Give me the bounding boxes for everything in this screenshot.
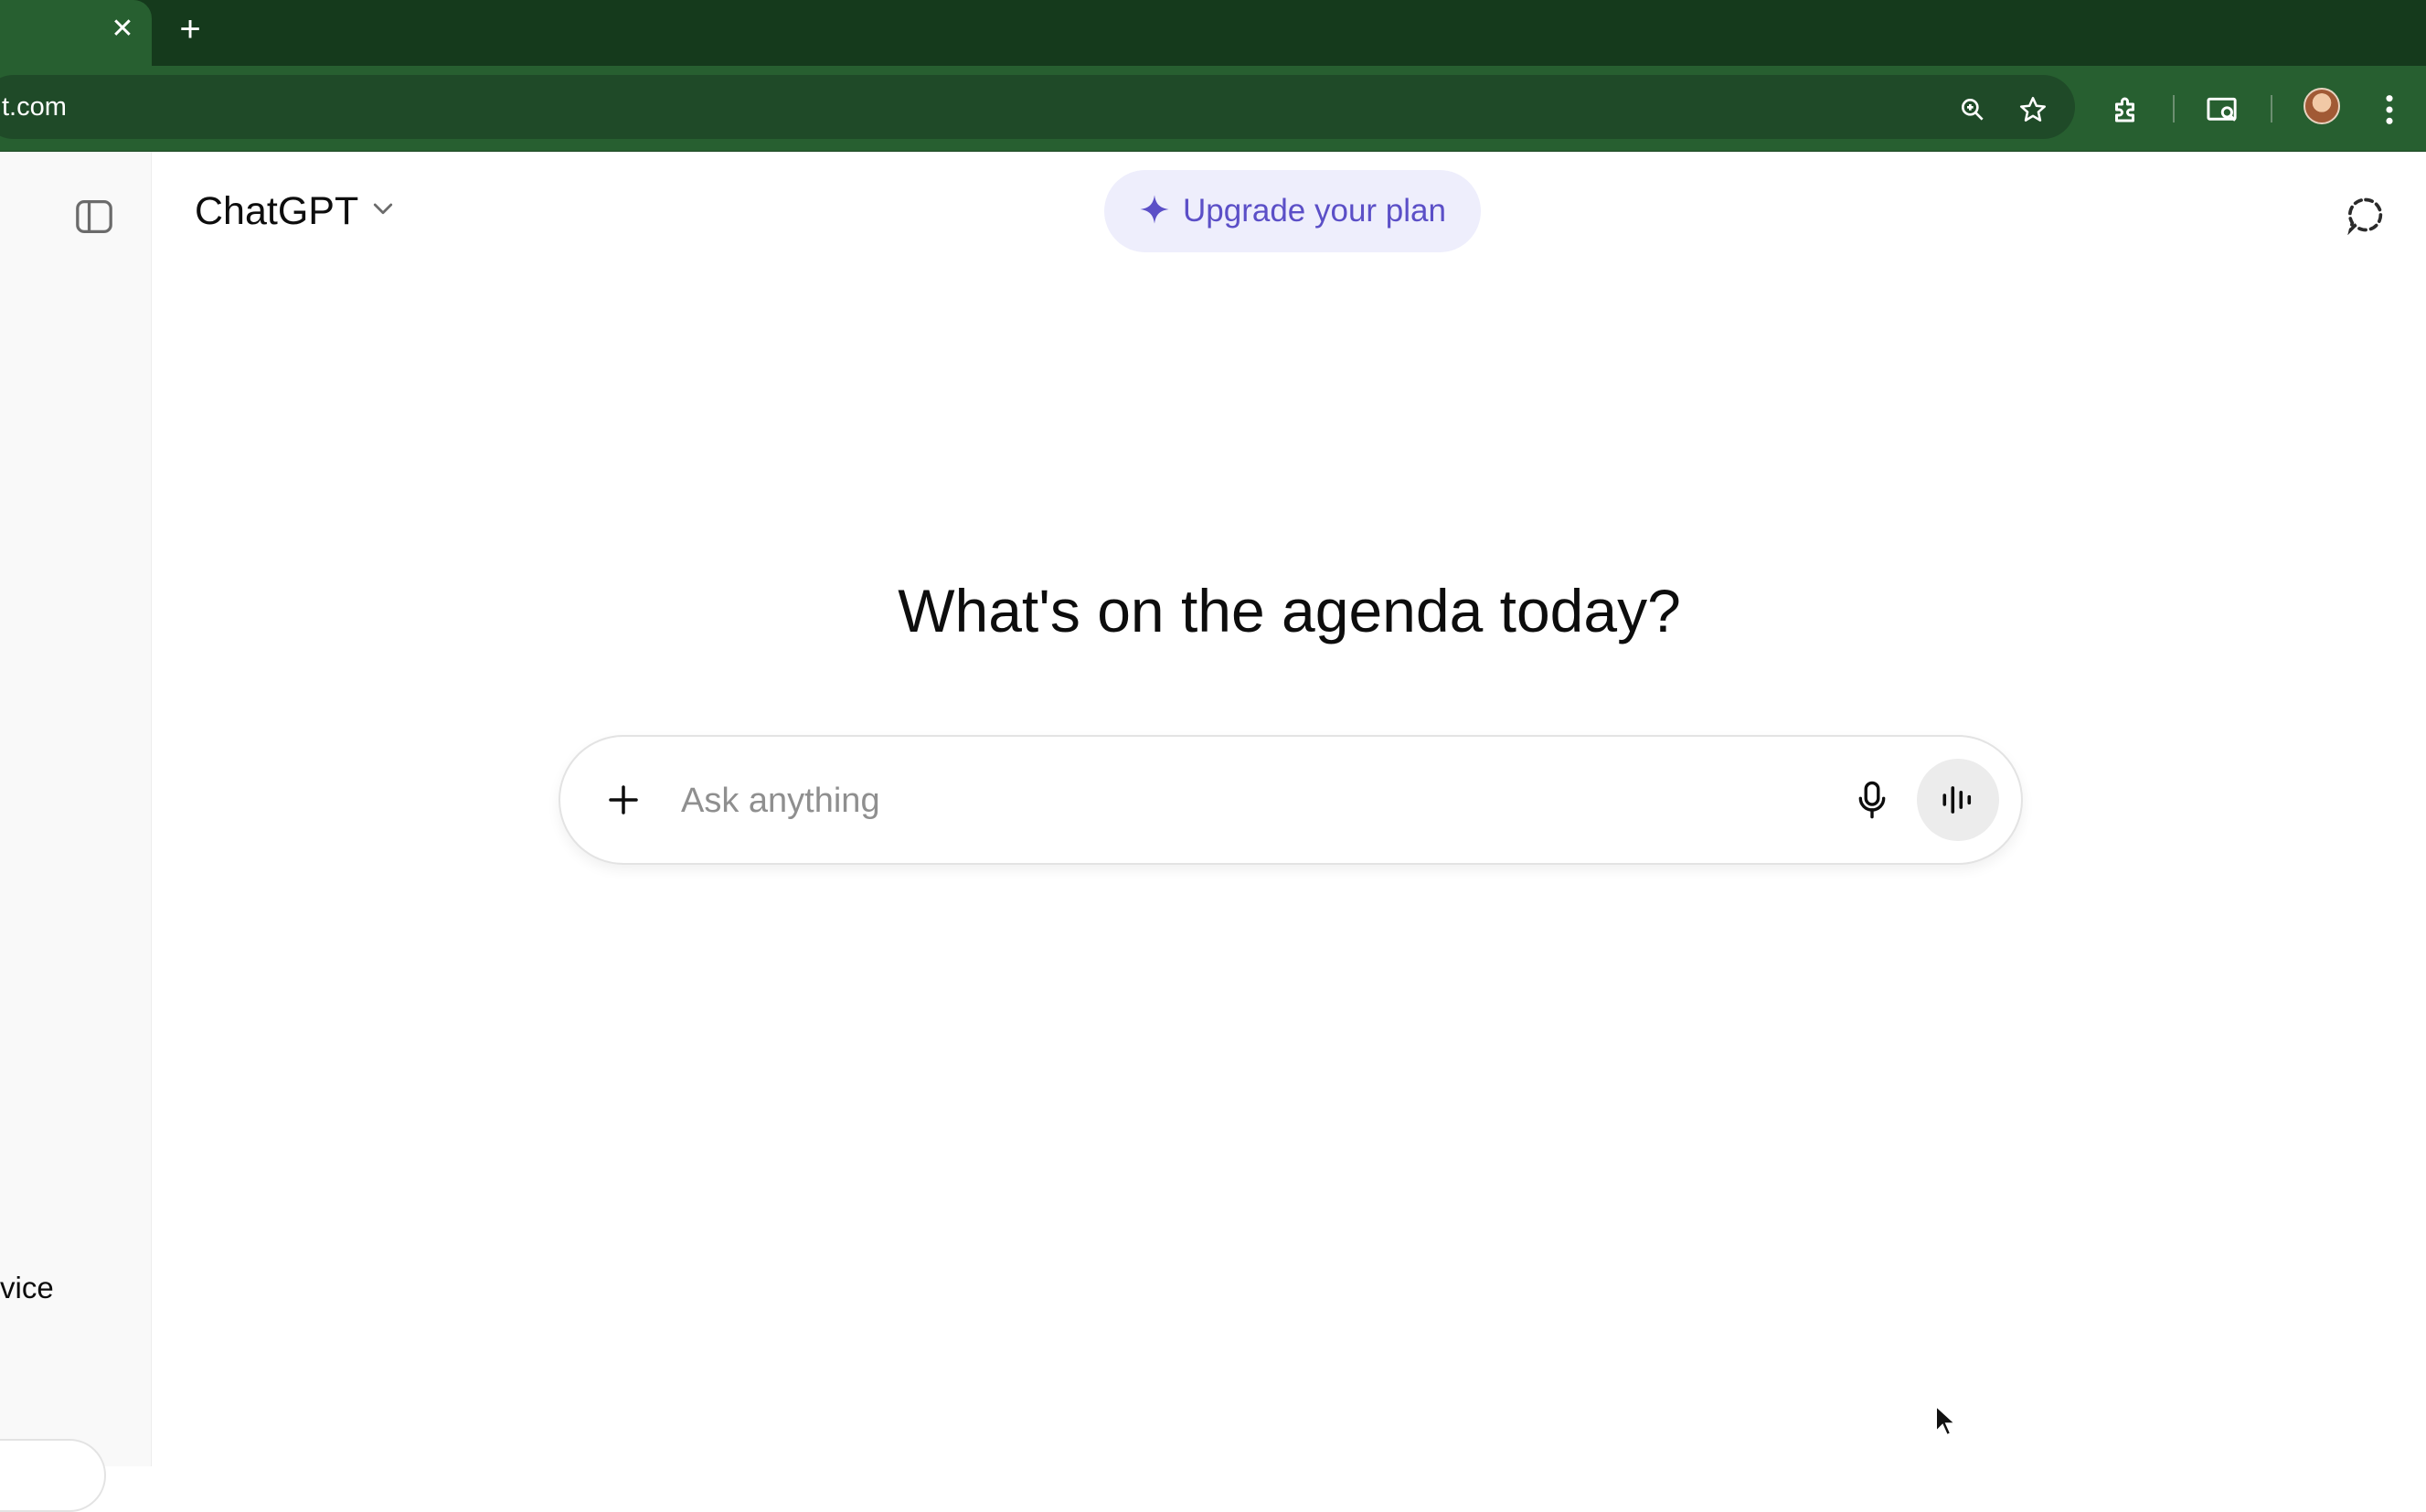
page-title: What's on the agenda today? [898, 577, 1681, 644]
chevron-down-icon [369, 200, 397, 223]
mouse-cursor-icon [1934, 1403, 1958, 1437]
reading-list-icon[interactable] [2203, 91, 2243, 128]
upgrade-plan-label: Upgrade your plan [1183, 193, 1446, 229]
address-bar[interactable]: t.com [0, 75, 2075, 139]
bookmark-star-icon[interactable] [2015, 91, 2051, 128]
main-content: ChatGPT Upgrade your plan What's on the … [153, 152, 2426, 1466]
extensions-icon[interactable] [2106, 90, 2146, 130]
sidebar-bottom-button[interactable] [0, 1439, 106, 1512]
browser-tab-active[interactable]: ✕ [0, 0, 152, 66]
profile-avatar[interactable] [2304, 88, 2340, 124]
address-bar-url: t.com [2, 92, 67, 122]
zoom-icon[interactable] [1956, 93, 1989, 126]
sidebar: vice [0, 152, 152, 1512]
voice-mode-button[interactable] [1917, 759, 1999, 841]
sparkle-icon [1139, 194, 1170, 229]
add-attachment-button[interactable] [595, 772, 652, 828]
sidebar-item-label[interactable]: vice [0, 1271, 54, 1305]
chat-input[interactable] [679, 764, 1813, 837]
new-tab-button[interactable]: + [172, 11, 208, 48]
toolbar-separator [2271, 95, 2272, 122]
microphone-icon[interactable] [1844, 772, 1900, 828]
chat-composer [559, 735, 2023, 865]
more-menu-icon[interactable] [2373, 91, 2406, 128]
audio-waveform-icon [1942, 786, 1972, 814]
sidebar-toggle-icon[interactable] [69, 192, 119, 241]
browser-tab-strip: ✕ + [0, 0, 2426, 66]
model-name: ChatGPT [195, 188, 359, 233]
temporary-chat-icon[interactable] [2341, 190, 2390, 240]
model-selector[interactable]: ChatGPT [195, 181, 397, 241]
browser-toolbar: t.com [0, 66, 2426, 152]
upgrade-plan-button[interactable]: Upgrade your plan [1104, 170, 1481, 252]
toolbar-separator [2173, 95, 2175, 122]
tab-close-icon[interactable]: ✕ [106, 13, 139, 46]
